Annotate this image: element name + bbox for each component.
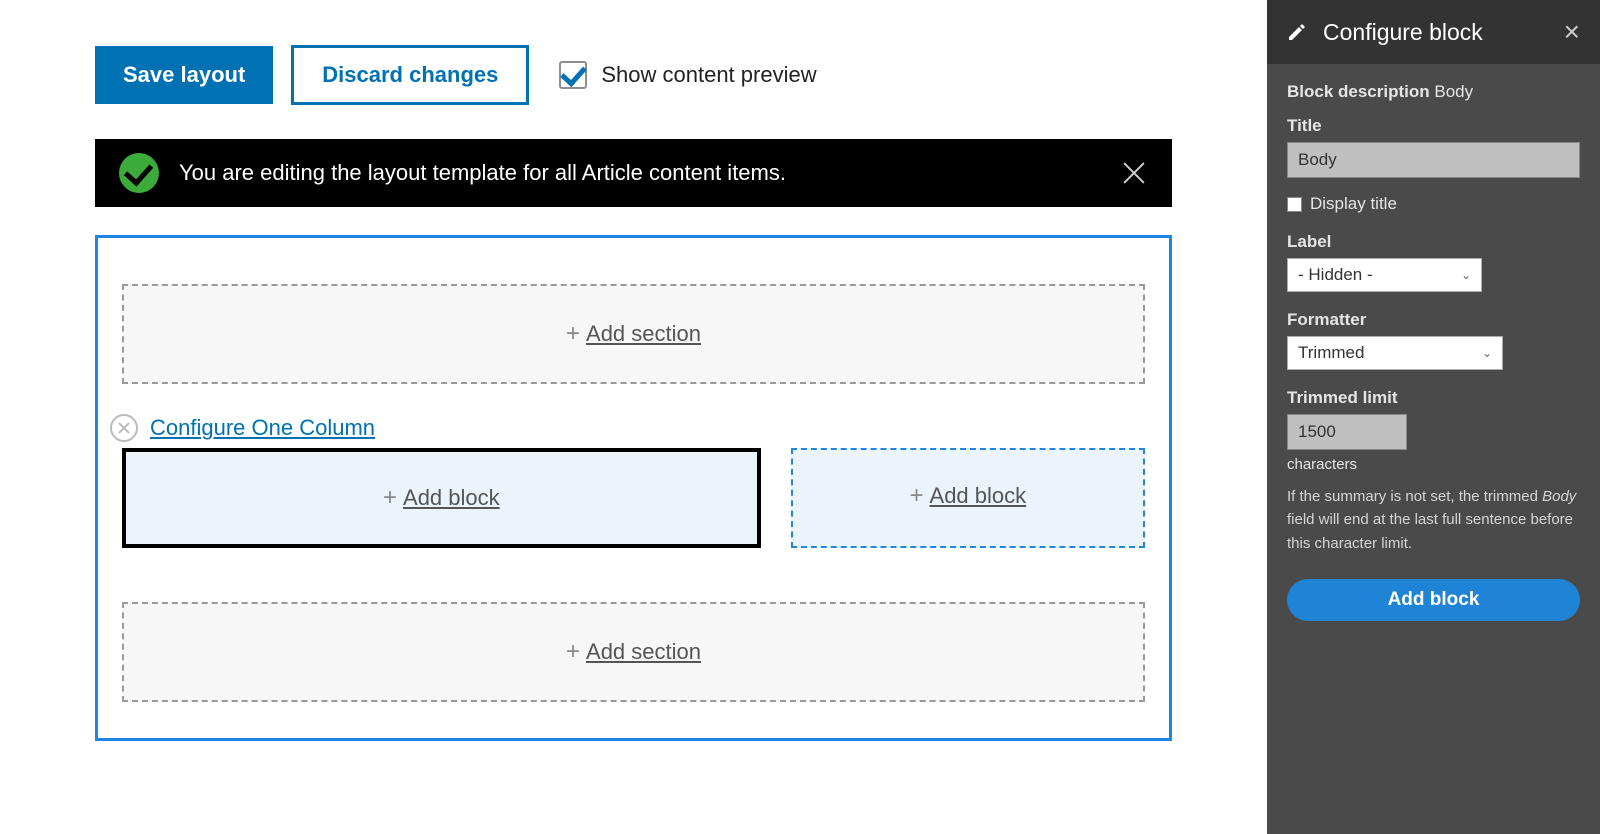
- display-title-row: Display title: [1287, 194, 1580, 214]
- add-block-submit-button[interactable]: Add block: [1287, 579, 1580, 621]
- add-block-region-active[interactable]: +Add block: [122, 448, 761, 548]
- preview-toggle: Show content preview: [559, 61, 816, 89]
- section-columns: +Add block +Add block: [122, 448, 1145, 548]
- notice-text: You are editing the layout template for …: [179, 160, 1100, 186]
- title-input[interactable]: [1287, 142, 1580, 178]
- help-text-suffix: field will end at the last full sentence…: [1287, 511, 1573, 551]
- trimmed-units: characters: [1287, 456, 1580, 473]
- plus-icon: +: [566, 638, 580, 665]
- check-circle-icon: [119, 153, 159, 193]
- sidebar-header: Configure block ×: [1267, 0, 1600, 64]
- close-sidebar-button[interactable]: ×: [1564, 18, 1580, 46]
- plus-icon: +: [383, 484, 397, 511]
- layout-canvas: +Add section Configure One Column +Add b…: [95, 235, 1172, 741]
- add-section-link[interactable]: Add section: [586, 639, 701, 664]
- label-select[interactable]: - Hidden - ⌄: [1287, 258, 1482, 292]
- show-preview-checkbox[interactable]: [559, 61, 587, 89]
- display-title-label: Display title: [1310, 194, 1397, 214]
- chevron-down-icon: ⌄: [1461, 268, 1471, 282]
- plus-icon: +: [910, 482, 924, 509]
- add-section-top[interactable]: +Add section: [122, 284, 1145, 384]
- configure-section-link[interactable]: Configure One Column: [150, 415, 375, 441]
- edit-notice: You are editing the layout template for …: [95, 139, 1172, 207]
- title-label: Title: [1287, 116, 1580, 136]
- formatter-select-value: Trimmed: [1298, 343, 1364, 363]
- formatter-select[interactable]: Trimmed ⌄: [1287, 336, 1503, 370]
- trimmed-limit-label: Trimmed limit: [1287, 388, 1580, 408]
- help-text: If the summary is not set, the trimmed B…: [1287, 485, 1580, 555]
- add-section-link[interactable]: Add section: [586, 321, 701, 346]
- section-header-row: Configure One Column: [110, 414, 1145, 442]
- chevron-down-icon: ⌄: [1482, 346, 1492, 360]
- sidebar-body: Block description Body Title Display tit…: [1267, 64, 1600, 639]
- help-text-prefix: If the summary is not set, the trimmed: [1287, 488, 1542, 505]
- plus-icon: +: [566, 320, 580, 347]
- show-preview-label: Show content preview: [601, 62, 816, 88]
- block-description-label: Block description: [1287, 82, 1430, 101]
- block-description-row: Block description Body: [1287, 82, 1580, 102]
- formatter-label: Formatter: [1287, 310, 1580, 330]
- close-notice-button[interactable]: [1120, 159, 1148, 187]
- configure-block-panel: Configure block × Block description Body…: [1267, 0, 1600, 834]
- layout-builder-main: Save layout Discard changes Show content…: [0, 0, 1267, 834]
- layout-toolbar: Save layout Discard changes Show content…: [95, 45, 1172, 105]
- pencil-icon: [1287, 22, 1307, 42]
- display-title-checkbox[interactable]: [1287, 197, 1302, 212]
- remove-section-button[interactable]: [110, 414, 138, 442]
- discard-changes-button[interactable]: Discard changes: [291, 45, 529, 105]
- label-select-value: - Hidden -: [1298, 265, 1373, 285]
- trimmed-limit-input[interactable]: [1287, 414, 1407, 450]
- save-layout-button[interactable]: Save layout: [95, 46, 273, 104]
- add-section-bottom[interactable]: +Add section: [122, 602, 1145, 702]
- add-block-link[interactable]: Add block: [930, 483, 1027, 508]
- help-text-em: Body: [1542, 488, 1576, 505]
- label-field-label: Label: [1287, 232, 1580, 252]
- sidebar-title: Configure block: [1323, 19, 1548, 46]
- add-block-region[interactable]: +Add block: [791, 448, 1145, 548]
- add-block-link[interactable]: Add block: [403, 485, 500, 510]
- block-description-value: Body: [1434, 82, 1473, 101]
